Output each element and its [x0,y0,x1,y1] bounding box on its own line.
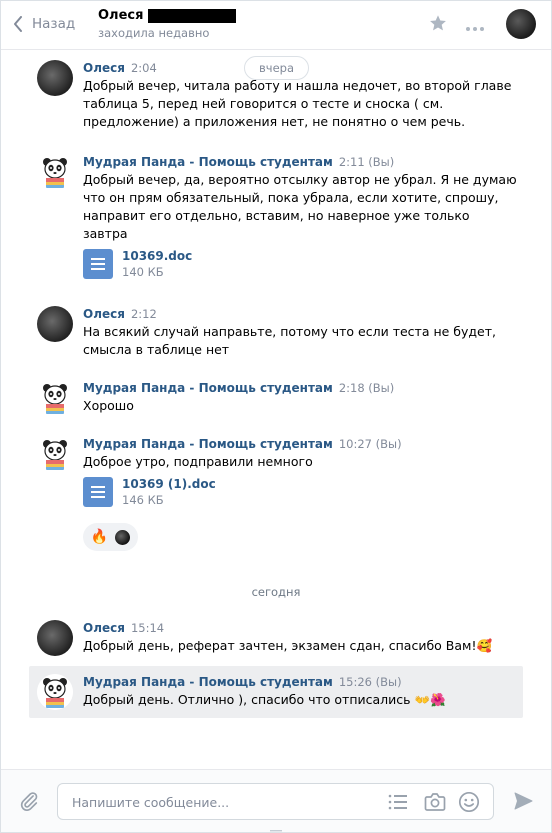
message-text: Добрый вечер, читала работу и нашла недо… [83,78,512,129]
avatar[interactable] [37,674,73,710]
reactions-bar[interactable]: 🔥 [83,523,138,551]
message-input[interactable] [70,784,374,821]
author-name[interactable]: Мудрая Панда - Помощь студентам [83,437,333,451]
document-size: 140 КБ [122,265,164,279]
author-name[interactable]: Мудрая Панда - Помощь студентам [83,381,333,395]
document-icon [83,477,113,507]
message-time[interactable]: 10:27 (Вы) [339,437,402,451]
message-body: Мудрая Панда - Помощь студентам 2:11 (Вы)… [83,154,517,279]
author-name[interactable]: Мудрая Панда - Помощь студентам [83,675,333,689]
smile-icon [458,791,480,813]
message-body: Мудрая Панда - Помощь студентам 10:27 (Вы… [83,436,517,507]
favorite-star-button[interactable] [429,14,447,35]
peer-avatar[interactable] [506,9,536,39]
more-icon [466,27,484,31]
message-text: Добрый день, реферат зачтен, экзамен сда… [83,638,493,653]
message-input-box[interactable] [57,783,494,821]
more-button[interactable] [465,20,485,35]
panda-logo-icon [37,674,73,710]
message-body: Олеся 2:04 Добрый вечер, читала работу и … [83,60,517,131]
message-time[interactable]: 2:11 (Вы) [339,155,394,169]
star-icon [430,15,446,31]
avatar[interactable] [37,306,73,342]
document-attachment[interactable]: 10369 (1).doc 146 КБ [83,477,517,507]
message-body: Мудрая Панда - Помощь студентам 15:26 (Вы… [83,674,517,709]
document-icon [83,249,113,279]
message-item-selected[interactable]: Мудрая Панда - Помощь студентам 15:26 (Вы… [29,666,523,718]
paperclip-icon [20,792,38,811]
document-size: 146 КБ [122,493,164,507]
camera-button[interactable] [424,792,446,815]
message-body: Олеся 2:12 На всякий случай направьте, по… [83,306,517,359]
avatar[interactable] [37,620,73,656]
chat-header: Назад Олеся заходила недавно [1,1,551,50]
message-time[interactable]: 15:14 [131,621,164,635]
emoji-button[interactable] [458,791,480,816]
author-name[interactable]: Олеся [83,621,125,635]
avatar[interactable] [37,60,73,96]
message-time[interactable]: 15:26 (Вы) [339,675,402,689]
send-icon [514,792,533,810]
document-name[interactable]: 10369 (1).doc [122,477,216,491]
camera-icon [424,793,446,811]
resize-handle[interactable] [270,824,282,832]
messenger-window: Назад Олеся заходила недавно вчера Олеся… [0,0,552,833]
date-divider-today: сегодня [251,585,301,599]
message-history: вчера Олеся 2:04 Добрый вечер, читала раб… [1,50,551,768]
back-button[interactable]: Назад [13,13,75,35]
message-text: Доброе утро, подправили немного [83,454,313,469]
send-button[interactable] [513,791,533,814]
fire-reaction[interactable]: 🔥 [91,529,108,545]
attach-button[interactable] [18,790,40,815]
avatar[interactable] [37,436,73,472]
document-name[interactable]: 10369.doc [122,249,192,263]
reactor-avatar [115,529,131,545]
message-item: Мудрая Панда - Помощь студентам 2:18 (Вы)… [29,376,523,420]
template-list-icon [388,794,407,810]
message-item: Олеся 2:12 На всякий случай направьте, по… [29,302,523,362]
author-name[interactable]: Олеся [83,61,125,75]
message-composer [1,769,551,832]
message-text: На всякий случай направьте, потому что е… [83,324,496,357]
message-item: Мудрая Панда - Помощь студентам 2:11 (Вы)… [29,150,523,290]
author-name[interactable]: Мудрая Панда - Помощь студентам [83,155,333,169]
message-time[interactable]: 2:04 [131,61,157,75]
templates-button[interactable] [388,793,408,814]
panda-logo-icon [43,384,67,414]
message-time[interactable]: 2:12 [131,307,157,321]
document-attachment[interactable]: 10369.doc 140 КБ [83,249,517,279]
message-text: Добрый день. Отлично ), спасибо что отпи… [83,692,446,707]
panda-logo-icon [43,440,67,470]
message-text: Хорошо [83,398,134,413]
chevron-left-icon [14,16,22,32]
message-item: Олеся 2:04 Добрый вечер, читала работу и … [29,56,523,136]
peer-name[interactable]: Олеся [98,8,237,23]
message-item: Олеся 15:14 Добрый день, реферат зачтен, … [29,616,523,660]
message-body: Олеся 15:14 Добрый день, реферат зачтен, … [83,620,517,655]
peer-name-text: Олеся [98,8,144,23]
avatar[interactable] [37,380,73,416]
message-time[interactable]: 2:18 (Вы) [339,381,394,395]
back-label: Назад [32,16,76,32]
message-text: Добрый вечер, да, вероятно отсылку автор… [83,172,517,241]
peer-status: заходила недавно [98,26,210,40]
author-name[interactable]: Олеся [83,307,125,321]
panda-logo-icon [43,158,67,188]
avatar[interactable] [37,154,73,190]
message-body: Мудрая Панда - Помощь студентам 2:18 (Вы)… [83,380,517,415]
redacted-surname [148,8,237,23]
